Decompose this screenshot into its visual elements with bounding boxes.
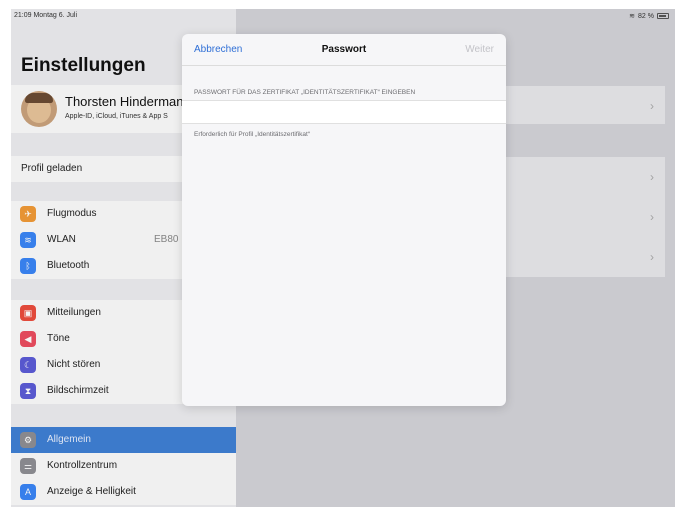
section-footer: Erforderlich für Profil „Identitätszerti… — [194, 131, 310, 138]
modal-header: Abbrechen Passwort Weiter — [182, 34, 506, 66]
section-header: PASSWORT FÜR DAS ZERTIFIKAT „IDENTITÄTSZ… — [194, 89, 416, 96]
ipad-screen: Einstellungen Thorsten Hinderman Apple-I… — [11, 9, 675, 507]
password-input[interactable] — [182, 100, 506, 124]
next-button[interactable]: Weiter — [465, 44, 494, 55]
modal-title: Passwort — [321, 44, 367, 55]
password-modal: Abbrechen Passwort Weiter PASSWORT FÜR D… — [182, 34, 506, 406]
